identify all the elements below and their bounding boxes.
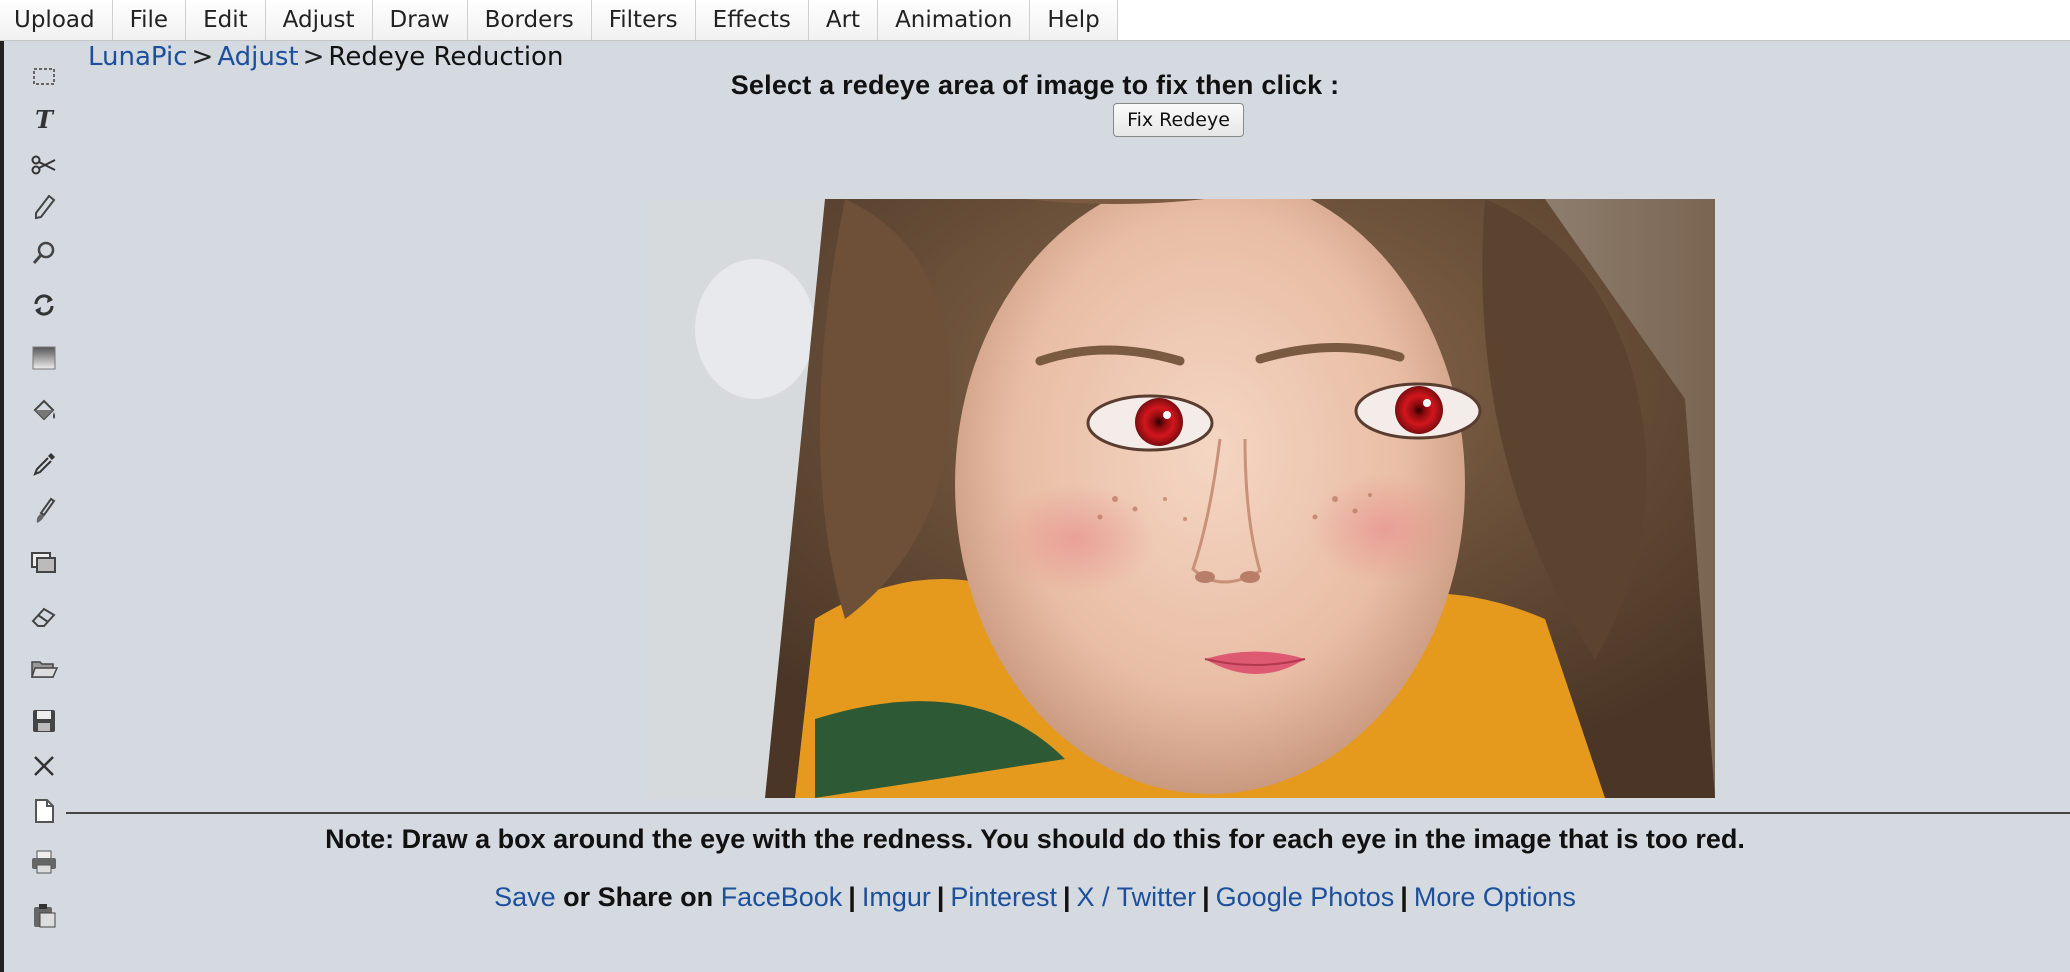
share-google-photos-link[interactable]: Google Photos: [1216, 882, 1395, 912]
breadcrumb-home-link[interactable]: LunaPic: [88, 42, 188, 72]
share-facebook-link[interactable]: FaceBook: [721, 882, 843, 912]
menu-spacer: [1118, 0, 2070, 40]
brush-icon[interactable]: [24, 491, 64, 531]
text-tool-icon[interactable]: T: [24, 99, 64, 139]
share-separator: |: [848, 882, 856, 912]
menu-file[interactable]: File: [112, 0, 187, 40]
menu-draw[interactable]: Draw: [372, 0, 468, 40]
menu-adjust[interactable]: Adjust: [265, 0, 373, 40]
share-more-options-link[interactable]: More Options: [1414, 882, 1576, 912]
note-label: Note: Draw a box around the eye with the…: [325, 824, 1745, 854]
pencil-icon[interactable]: [24, 187, 64, 227]
menu-help[interactable]: Help: [1030, 0, 1118, 40]
breadcrumb-current: Redeye Reduction: [328, 42, 564, 72]
gradient-icon[interactable]: [24, 338, 64, 378]
save-disk-icon[interactable]: [24, 701, 64, 741]
menu-edit[interactable]: Edit: [186, 0, 266, 40]
right-red-eye: [1395, 386, 1443, 434]
scissors-icon[interactable]: [24, 145, 64, 185]
share-pinterest-link[interactable]: Pinterest: [950, 882, 1057, 912]
share-imgur-link[interactable]: Imgur: [862, 882, 931, 912]
photo-canvas[interactable]: [645, 199, 1715, 798]
fix-redeye-button[interactable]: Fix Redeye: [1113, 103, 1244, 137]
menu-animation[interactable]: Animation: [878, 0, 1031, 40]
menu-upload[interactable]: Upload: [0, 0, 113, 40]
close-x-icon[interactable]: [24, 746, 64, 786]
portrait-image: [645, 199, 1715, 798]
paint-bucket-icon[interactable]: [24, 391, 64, 431]
share-twitter-link[interactable]: X / Twitter: [1077, 882, 1197, 912]
menu-art[interactable]: Art: [808, 0, 879, 40]
share-bar: Save or Share on FaceBook | Imgur | Pinteres…: [0, 882, 2070, 913]
share-separator: |: [936, 882, 945, 912]
left-red-eye: [1135, 398, 1183, 446]
share-separator: |: [1400, 882, 1408, 912]
save-link[interactable]: Save: [494, 882, 556, 912]
share-separator: |: [1062, 882, 1071, 912]
magnifier-icon[interactable]: [24, 233, 64, 273]
svg-text:T: T: [35, 105, 55, 134]
breadcrumb: LunaPic > Adjust > Redeye Reduction: [88, 40, 563, 74]
rotate-icon[interactable]: [24, 285, 64, 325]
menu-effects[interactable]: Effects: [695, 0, 809, 40]
eraser-icon[interactable]: [24, 596, 64, 636]
menu-borders[interactable]: Borders: [467, 0, 592, 40]
share-separator: |: [1202, 882, 1210, 912]
layers-icon[interactable]: [24, 543, 64, 583]
share-label: or Share on: [563, 882, 714, 912]
breadcrumb-separator: >: [302, 42, 325, 72]
menu-filters[interactable]: Filters: [591, 0, 696, 40]
breadcrumb-adjust-link[interactable]: Adjust: [217, 42, 298, 72]
top-menu-bar: Upload File Edit Adjust Draw Borders Fil…: [0, 0, 2070, 41]
open-folder-icon[interactable]: [24, 649, 64, 689]
instruction-text: Select a redeye area of image to fix the…: [730, 70, 1340, 100]
eyedropper-icon[interactable]: [24, 444, 64, 484]
divider-line: [66, 812, 2070, 814]
breadcrumb-separator: >: [191, 42, 214, 72]
note-text: Note: Draw a box around the eye with the…: [0, 824, 2070, 855]
